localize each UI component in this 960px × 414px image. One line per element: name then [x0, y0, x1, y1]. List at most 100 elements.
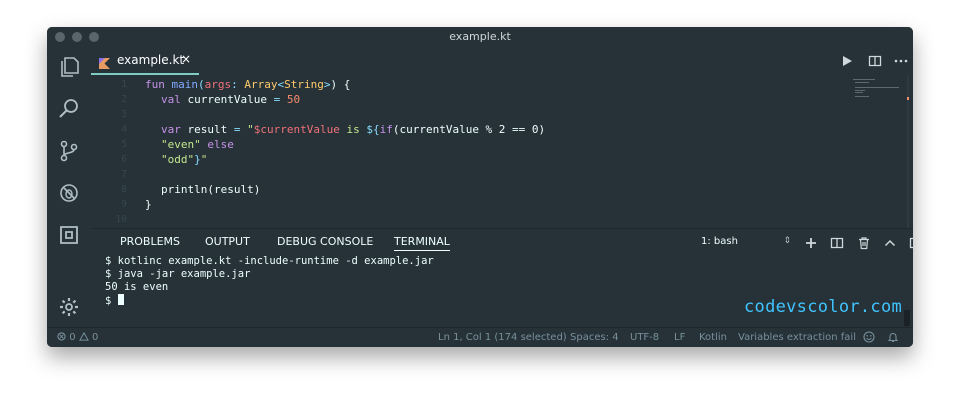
cursor-position[interactable]: Ln 1, Col 1 (174 selected) — [438, 332, 567, 343]
new-terminal-icon[interactable] — [804, 235, 818, 249]
shell-select-value: 1: bash — [701, 236, 738, 247]
template-token: ${ — [366, 123, 380, 136]
error-count: 0 — [69, 332, 76, 343]
line-number: 10 — [115, 214, 127, 225]
terminal-line: 50 is even — [105, 281, 169, 293]
eol-status[interactable]: LF — [674, 332, 685, 343]
tab-terminal[interactable]: TERMINAL — [394, 235, 450, 251]
split-terminal-icon[interactable] — [830, 235, 844, 249]
line-number: 5 — [121, 139, 127, 150]
tab-label: example.kt — [117, 53, 185, 67]
number-token: 50 — [286, 93, 301, 106]
tab-output[interactable]: OUTPUT — [205, 235, 250, 248]
run-icon[interactable] — [839, 53, 855, 69]
identifier-token: result — [187, 123, 228, 136]
minimap[interactable] — [853, 79, 907, 99]
source-control-icon[interactable] — [57, 139, 81, 163]
settings-gear-icon[interactable] — [57, 295, 81, 319]
punct-token: } — [194, 153, 201, 166]
language-mode[interactable]: Kotlin — [699, 332, 727, 343]
more-actions-icon[interactable] — [893, 53, 909, 69]
split-editor-icon[interactable] — [867, 53, 883, 69]
line-number: 8 — [121, 184, 127, 195]
overview-ruler — [907, 75, 909, 228]
problems-status[interactable]: 0 0 — [57, 331, 99, 343]
terminal-cursor — [117, 294, 124, 305]
terminal-line: $ kotlinc example.kt -include-runtime -d… — [105, 255, 434, 267]
status-bar: 0 0 Ln 1, Col 1 (174 selected) Spaces: 4… — [47, 327, 913, 347]
tab-debug-console[interactable]: DEBUG CONSOLE — [277, 235, 373, 248]
punct-token: : — [231, 78, 245, 91]
type-token: Array — [244, 78, 278, 91]
expression-token: (currentValue % 2 == 0) — [392, 123, 546, 136]
keyword-token: fun — [145, 78, 165, 91]
code-line-8: println(result) — [161, 183, 261, 196]
code-line-1: fun main(args: Array<String>) { — [145, 78, 350, 91]
debug-icon[interactable] — [57, 181, 81, 205]
terminal-scrollbar[interactable] — [904, 310, 910, 326]
punct-token: ( — [198, 78, 205, 91]
toggle-panel-position-icon[interactable] — [909, 235, 913, 249]
string-token: " — [247, 123, 254, 136]
terminal-prompt-line: $ — [105, 294, 434, 308]
line-number: 6 — [121, 154, 127, 165]
terminal-prompt: $ — [105, 295, 118, 307]
line-number: 3 — [121, 109, 127, 120]
code-line-2: val currentValue = 50 — [161, 93, 300, 106]
line-number: 7 — [121, 169, 127, 180]
string-token: is — [339, 123, 367, 136]
warning-count: 0 — [91, 332, 99, 343]
punct-token: > — [323, 78, 331, 91]
keyword-token: val — [161, 93, 181, 106]
watermark-text: codevscolor.com — [744, 297, 903, 317]
maximize-panel-icon[interactable] — [883, 235, 897, 249]
terminal-shell-select[interactable]: 1: bash ⇕ — [701, 236, 791, 247]
terminal-output[interactable]: $ kotlinc example.kt -include-runtime -d… — [105, 255, 434, 308]
string-token: "even" — [161, 138, 201, 151]
keyword-token: else — [207, 138, 234, 151]
kotlin-file-icon — [99, 54, 110, 69]
indentation-status[interactable]: Spaces: 4 — [570, 332, 619, 343]
punct-token: ) { — [330, 78, 351, 91]
identifier-token: currentValue — [187, 93, 267, 106]
code-line-5: "even" else — [161, 138, 234, 151]
string-token: "odd" — [161, 153, 195, 166]
window-title: example.kt — [449, 30, 511, 43]
tab-close-icon[interactable]: × — [181, 52, 191, 66]
activity-bar — [47, 47, 91, 327]
line-number: 9 — [121, 199, 127, 210]
operator-token: = — [266, 93, 287, 106]
encoding-status[interactable]: UTF-8 — [630, 332, 659, 343]
string-token: " — [200, 153, 208, 166]
type-token: String — [284, 78, 324, 91]
tab-problems[interactable]: PROBLEMS — [120, 235, 180, 248]
feedback-smiley-icon[interactable] — [863, 331, 875, 346]
extension-status[interactable]: Variables extraction fail — [738, 332, 856, 343]
terminal-line: $ java -jar example.jar — [105, 268, 251, 280]
line-number: 1 — [121, 79, 127, 90]
line-number: 4 — [121, 124, 127, 135]
extensions-icon[interactable] — [57, 223, 81, 247]
select-arrows-icon: ⇕ — [783, 236, 791, 246]
error-icon — [57, 332, 66, 341]
notifications-bell-icon[interactable] — [887, 331, 899, 346]
editor-actions — [823, 47, 913, 75]
template-token: $currentValue — [253, 123, 340, 136]
explorer-icon[interactable] — [57, 55, 81, 79]
keyword-token: if — [379, 123, 393, 136]
code-line-6: "odd"}" — [161, 153, 207, 166]
title-bar: example.kt — [47, 27, 913, 47]
code-line-9: } — [145, 198, 152, 211]
code-editor[interactable]: 1 2 3 4 5 6 7 8 9 10 fun main(args: Arra… — [91, 75, 913, 228]
code-line-4: var result = "$currentValue is ${if(curr… — [161, 123, 545, 136]
function-name-token: main — [171, 78, 199, 91]
search-icon[interactable] — [57, 97, 81, 121]
param-token: args — [204, 78, 232, 91]
line-number: 2 — [121, 94, 127, 105]
keyword-token: var — [161, 123, 181, 136]
kill-terminal-icon[interactable] — [857, 235, 871, 250]
tab-example-kt[interactable]: example.kt × — [91, 47, 199, 75]
editor-tab-bar: example.kt × — [91, 47, 913, 75]
operator-token: = — [227, 123, 248, 136]
warning-icon — [78, 331, 89, 341]
